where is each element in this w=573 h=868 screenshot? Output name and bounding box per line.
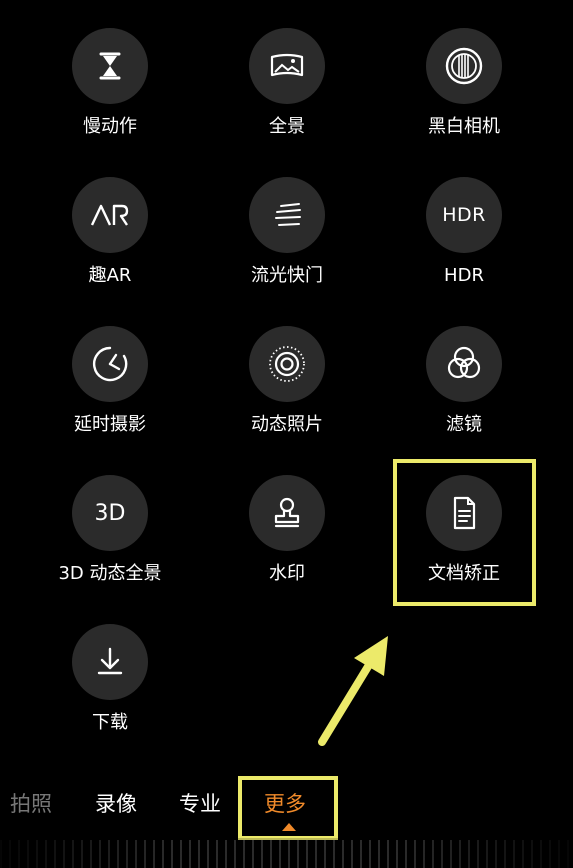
timer-pie-icon [92,346,128,382]
annotation-highlight-box [393,459,536,606]
mode-panorama[interactable]: 全景 [207,28,367,138]
filter-circles-icon [447,346,481,379]
tab-video[interactable]: 录像 [95,788,137,818]
mode-label: 黑白相机 [428,116,500,137]
mode-label: 动态照片 [251,414,323,435]
mode-hdr-button[interactable]: HDR [426,177,502,253]
3d-icon: 3D [94,500,126,526]
mode-label: 延时摄影 [74,414,146,435]
annotation-tab-highlight-box [238,776,338,840]
mode-light-painting-button[interactable] [249,177,325,253]
mode-label: 流光快门 [251,265,323,286]
mode-hdr[interactable]: HDR HDR [384,177,544,287]
ar-icon [90,204,129,226]
mode-slow-motion-button[interactable] [72,28,148,104]
mode-moving-picture[interactable]: 动态照片 [207,326,367,436]
mode-download-button[interactable] [72,624,148,700]
mode-label: 慢动作 [83,116,137,137]
mode-filter-button[interactable] [426,326,502,402]
mode-fun-ar[interactable]: 趣AR [30,177,190,287]
mode-label: 下载 [92,712,128,733]
ruler-fade [0,838,573,868]
mode-filter[interactable]: 滤镜 [384,326,544,436]
hourglass-icon [99,52,121,80]
tab-photo[interactable]: 拍照 [10,788,52,818]
mode-light-painting[interactable]: 流光快门 [207,177,367,287]
mode-fun-ar-button[interactable] [72,177,148,253]
mode-3d-panorama[interactable]: 3D 3D 动态全景 [30,475,190,585]
hdr-icon: HDR [442,204,486,226]
download-icon [97,647,123,675]
mode-moving-picture-button[interactable] [249,326,325,402]
mode-download[interactable]: 下载 [30,624,190,734]
mode-slow-motion[interactable]: 慢动作 [30,28,190,138]
live-photo-icon [269,346,305,382]
mode-time-lapse[interactable]: 延时摄影 [30,326,190,436]
mode-3d-panorama-button[interactable]: 3D [72,475,148,551]
mode-panorama-button[interactable] [249,28,325,104]
mode-watermark-button[interactable] [249,475,325,551]
monochrome-aperture-icon [445,47,483,85]
mode-monochrome-button[interactable] [426,28,502,104]
mode-watermark[interactable]: 水印 [207,475,367,585]
mode-label: 3D 动态全景 [58,563,162,584]
panorama-icon [270,53,304,77]
mode-label: 趣AR [88,265,132,286]
mode-label: 滤镜 [446,414,482,435]
mode-time-lapse-button[interactable] [72,326,148,402]
light-streak-icon [275,203,301,226]
stamp-icon [274,497,300,528]
mode-label: HDR [444,265,484,286]
annotation-arrow-icon [318,636,388,746]
mode-label: 水印 [269,563,305,584]
tab-pro[interactable]: 专业 [179,788,221,818]
mode-monochrome[interactable]: 黑白相机 [384,28,544,138]
mode-label: 全景 [269,116,305,137]
